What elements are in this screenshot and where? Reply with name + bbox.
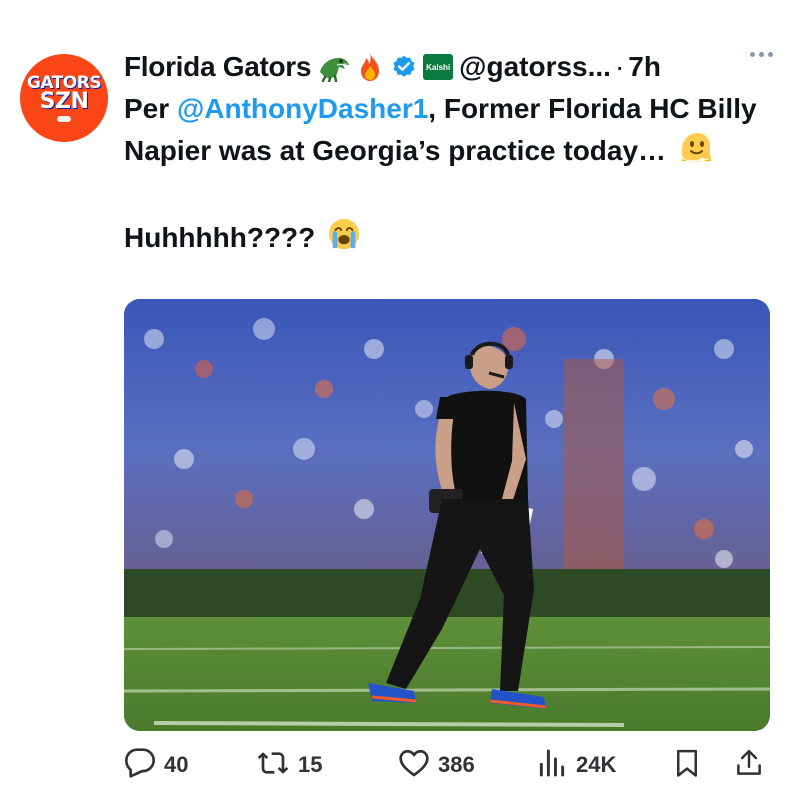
avatar[interactable]: GATORS SZN bbox=[20, 54, 108, 142]
share-button[interactable] bbox=[734, 744, 764, 786]
reply-icon bbox=[124, 747, 156, 784]
heart-icon bbox=[398, 747, 430, 784]
melting-face-icon bbox=[678, 129, 714, 176]
tweet-text: Per @AnthonyDasher1, Former Florida HC B… bbox=[124, 88, 764, 262]
views-icon bbox=[536, 747, 568, 784]
like-count: 386 bbox=[438, 752, 475, 777]
display-name[interactable]: Florida Gators bbox=[124, 51, 311, 83]
affiliate-badge[interactable]: Kalshi bbox=[423, 54, 454, 80]
like-button[interactable]: 386 bbox=[398, 744, 475, 786]
loudly-crying-face-icon bbox=[327, 217, 361, 262]
fire-emoji-icon bbox=[357, 52, 383, 82]
handle[interactable]: @gatorss... bbox=[459, 51, 611, 83]
separator: · bbox=[614, 51, 625, 82]
more-icon[interactable] bbox=[750, 52, 773, 57]
views-count: 24K bbox=[576, 752, 617, 777]
reply-button[interactable]: 40 bbox=[124, 744, 188, 786]
views-button[interactable]: 24K bbox=[536, 744, 616, 786]
tweet-photo[interactable] bbox=[124, 299, 770, 731]
reply-count: 40 bbox=[164, 752, 189, 777]
more-dot bbox=[768, 52, 773, 57]
mention-link[interactable]: @AnthonyDasher1 bbox=[177, 93, 428, 124]
repost-icon bbox=[256, 747, 290, 784]
gator-emoji-icon bbox=[317, 52, 351, 82]
action-bar: 40 15 386 24K bbox=[124, 744, 774, 786]
more-dot bbox=[750, 52, 755, 57]
timestamp[interactable]: 7h bbox=[628, 51, 661, 83]
text-prefix: Per bbox=[124, 93, 177, 124]
repost-button[interactable]: 15 bbox=[256, 744, 322, 786]
avatar-text-bottom: SZN bbox=[39, 88, 89, 114]
more-dot bbox=[759, 52, 764, 57]
share-icon bbox=[734, 747, 764, 784]
avatar-logo-mark bbox=[57, 115, 71, 122]
bookmark-icon bbox=[672, 747, 702, 784]
bookmark-button[interactable] bbox=[672, 744, 702, 786]
text-second-paragraph: Huhhhhh???? bbox=[124, 222, 316, 253]
tweet-header: Florida Gators Kalshi @gatorss... · 7h bbox=[124, 50, 759, 84]
verified-badge-icon[interactable] bbox=[391, 54, 417, 80]
repost-count: 15 bbox=[298, 752, 323, 777]
